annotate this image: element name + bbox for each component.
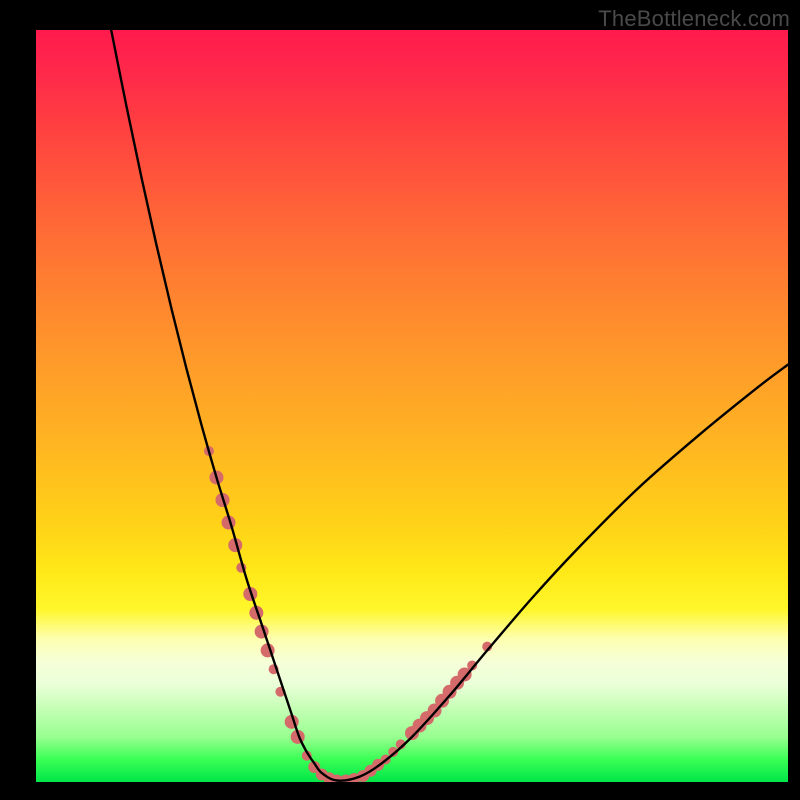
watermark-text: TheBottleneck.com [598,6,790,32]
chart-frame: TheBottleneck.com [0,0,800,800]
plot-area [36,30,788,782]
marker-layer [204,446,492,782]
curve-path [111,30,788,781]
chart-svg [36,30,788,782]
